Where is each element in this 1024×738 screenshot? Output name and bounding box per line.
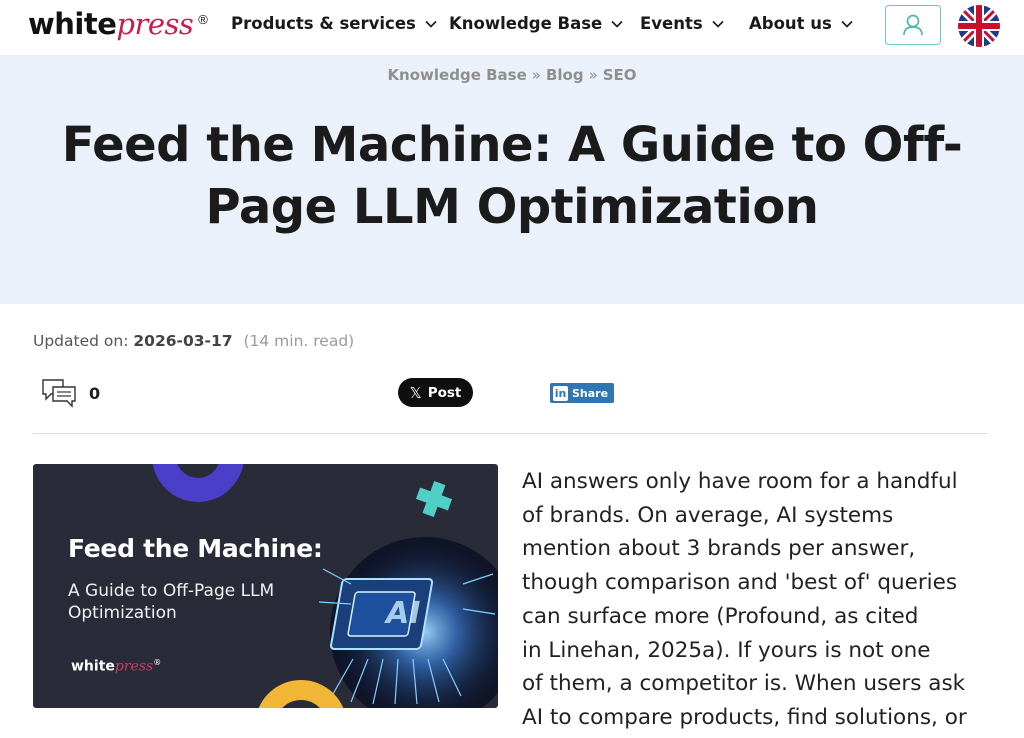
body-line: though comparison and 'best of' queries: [522, 570, 958, 596]
updated-label: Updated on:: [33, 332, 129, 350]
x-post-label: Post: [427, 384, 462, 401]
language-switcher-uk-flag-icon[interactable]: [958, 5, 1000, 47]
nav-events[interactable]: Events: [640, 14, 725, 33]
featured-logo-reg: ®: [153, 658, 162, 667]
divider: [33, 433, 987, 434]
nav-label: Events: [640, 14, 703, 33]
x-logo-icon: 𝕏: [409, 383, 422, 402]
linkedin-icon: in: [553, 385, 568, 401]
comments-link[interactable]: 0: [41, 378, 100, 408]
nav-knowledge-base[interactable]: Knowledge Base: [449, 14, 624, 33]
comments-icon: [42, 379, 76, 408]
nav-about-us[interactable]: About us: [749, 14, 854, 33]
nav-products-services[interactable]: Products & services: [231, 14, 438, 33]
featured-logo-press: press: [114, 658, 154, 675]
linkedin-share-label: Share: [572, 386, 609, 400]
linkedin-share-button[interactable]: in Share: [550, 383, 614, 403]
comment-count: 0: [89, 383, 101, 403]
breadcrumb-seo[interactable]: SEO: [603, 66, 637, 84]
page-title: Feed the Machine: A Guide to Off-Page LL…: [61, 117, 963, 235]
featured-image-subtitle: A Guide to Off-Page LLM Optimization: [68, 581, 275, 623]
nav-label: Products & services: [231, 14, 416, 33]
whitepress-logo[interactable]: whitepress ®: [28, 6, 208, 43]
logo-press-text: press: [116, 7, 194, 41]
updated-info: Updated on: 2026-03-17 (14 min. read): [33, 332, 354, 350]
x-post-button[interactable]: 𝕏 Post: [398, 378, 473, 407]
featured-image: Feed the Machine: A Guide to Off-Page LL…: [33, 464, 498, 708]
breadcrumb-blog[interactable]: Blog: [546, 66, 584, 84]
body-line: mention about 3 brands per answer,: [522, 536, 916, 562]
body-line: of brands. On average, AI systems: [522, 502, 894, 528]
uk-flag-icon: [958, 5, 1000, 47]
nav-label: Knowledge Base: [449, 14, 603, 33]
chevron-down-icon: [712, 20, 724, 28]
nav-label: About us: [749, 14, 832, 33]
featured-image-logo: whitepress®: [71, 658, 161, 675]
body-line: of them, a competitor is. When users ask: [522, 671, 966, 697]
article-hero: Knowledge Base» Blog» SEO Feed the Machine…: [0, 56, 1024, 304]
share-bar: 0 𝕏 Post in Share: [33, 372, 987, 416]
site-header: whitepress ® Products & services Knowledg…: [0, 0, 1024, 56]
account-button[interactable]: [885, 5, 941, 45]
chevron-down-icon: [611, 20, 623, 28]
breadcrumb-knowledge-base[interactable]: Knowledge Base: [387, 66, 526, 84]
body-line: can surface more (Profound, as cited: [522, 603, 919, 629]
body-line: AI to compare products, find solutions, …: [522, 704, 967, 730]
user-icon: [903, 14, 923, 36]
breadcrumb-separator: »: [531, 66, 541, 84]
read-time: (14 min. read): [243, 332, 355, 350]
body-line: in Linehan, 2025a). If yours is not one: [522, 637, 931, 663]
chevron-down-icon: [841, 20, 853, 28]
featured-image-title: Feed the Machine:: [68, 534, 323, 563]
article-body: AI answers only have room for a handful …: [522, 465, 992, 735]
logo-registered-mark: ®: [198, 12, 208, 27]
updated-date: 2026-03-17: [133, 332, 233, 350]
breadcrumb: Knowledge Base» Blog» SEO: [0, 66, 1024, 84]
breadcrumb-separator: »: [588, 66, 598, 84]
featured-logo-white: white: [71, 658, 115, 675]
body-line: AI answers only have room for a handful: [522, 469, 958, 494]
logo-white-text: white: [28, 7, 117, 41]
featured-chip-text: AI: [386, 596, 421, 631]
chevron-down-icon: [425, 20, 437, 28]
